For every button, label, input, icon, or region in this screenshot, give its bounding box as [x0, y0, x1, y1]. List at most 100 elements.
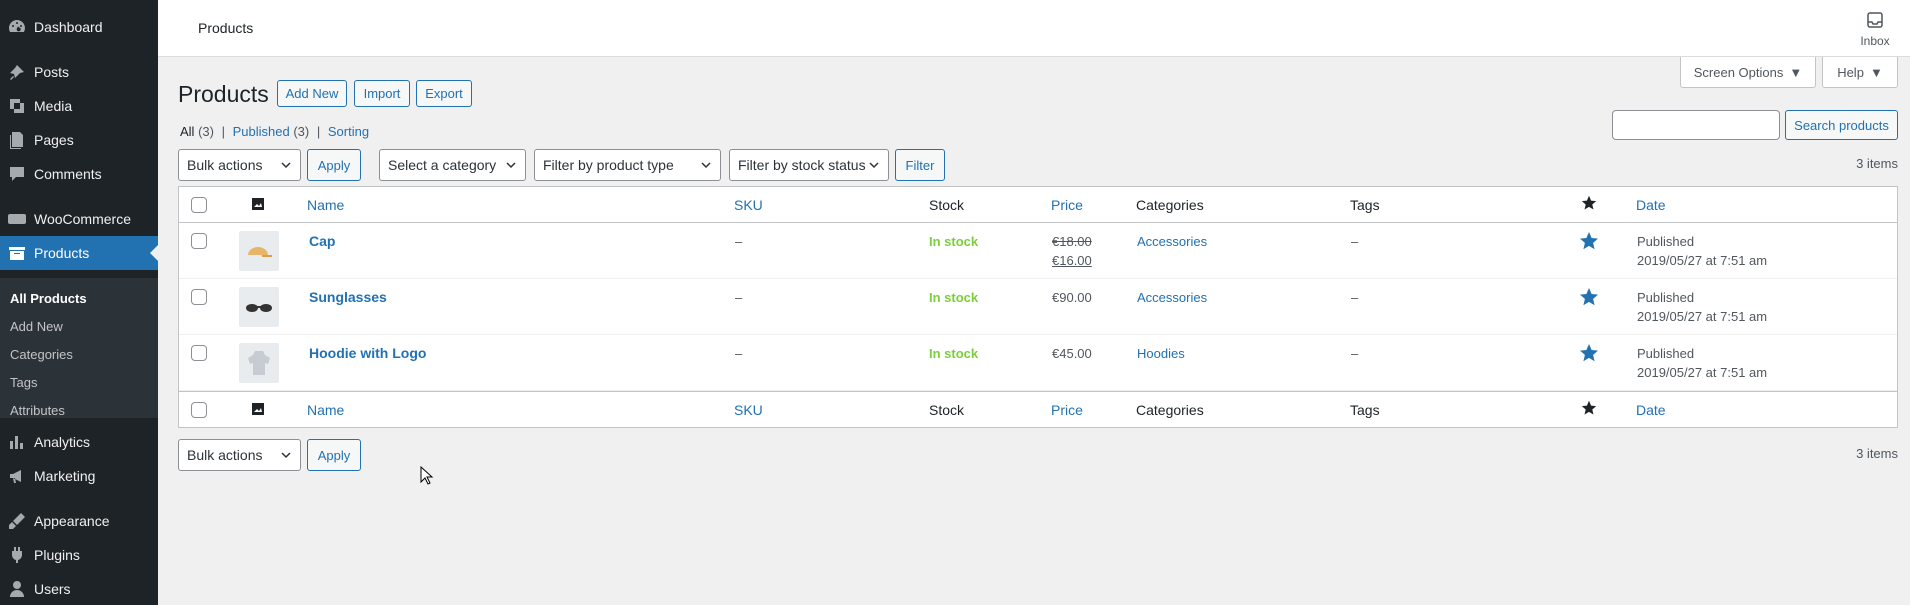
column-name[interactable]: Name [307, 402, 344, 418]
chevron-down-icon [869, 162, 879, 169]
products-submenu: All Products Add New Categories Tags Att… [0, 278, 158, 418]
column-price[interactable]: Price [1051, 402, 1083, 418]
caret-down-icon: ▼ [1789, 64, 1803, 80]
sidebar-item-label: Appearance [34, 513, 110, 529]
category-link[interactable]: Hoodies [1137, 346, 1185, 361]
hoodie-thumbnail-icon [248, 351, 270, 375]
sidebar-item-posts[interactable]: Posts [0, 55, 158, 89]
chevron-down-icon [506, 162, 516, 169]
image-column-icon [251, 402, 265, 419]
product-type-select[interactable]: Filter by product type [534, 149, 721, 181]
sidebar-item-products[interactable]: Products [0, 236, 158, 270]
product-thumbnail[interactable] [239, 287, 279, 327]
category-link[interactable]: Accessories [1137, 234, 1207, 249]
products-table: Name SKU Stock Price Categories Tags Dat… [178, 186, 1898, 428]
screen-options-button[interactable]: Screen Options ▼ [1680, 57, 1816, 88]
stock-status: In stock [929, 290, 979, 305]
appearance-icon [0, 511, 34, 531]
apply-button-bottom[interactable]: Apply [307, 439, 361, 471]
sidebar-item-comments[interactable]: Comments [0, 157, 158, 191]
row-checkbox[interactable] [191, 233, 207, 249]
column-name[interactable]: Name [307, 197, 344, 213]
select-all-checkbox[interactable] [191, 197, 207, 213]
status-views: All (3) | Published (3) | Sorting [180, 124, 369, 139]
price-value: €45.00 [1052, 346, 1092, 361]
bulk-actions-select[interactable]: Bulk actions [178, 149, 301, 181]
items-count-bottom: 3 items [1856, 446, 1898, 461]
woocommerce-icon [0, 209, 34, 229]
submenu-all-products[interactable]: All Products [10, 291, 87, 306]
tags-value: – [1351, 346, 1359, 361]
stock-status-select[interactable]: Filter by stock status [729, 149, 889, 181]
search-input[interactable] [1612, 110, 1780, 140]
help-label: Help [1837, 64, 1864, 80]
product-thumbnail[interactable] [239, 231, 279, 271]
column-sku[interactable]: SKU [734, 402, 763, 418]
featured-column-icon[interactable] [1581, 400, 1597, 419]
inbox-button[interactable]: Inbox [1850, 10, 1900, 48]
sku-value: – [735, 346, 743, 361]
sidebar-item-woocommerce[interactable]: WooCommerce [0, 202, 158, 236]
product-thumbnail[interactable] [239, 343, 279, 383]
featured-star-icon[interactable] [1579, 287, 1599, 310]
product-name-link[interactable]: Hoodie with Logo [309, 345, 426, 361]
stock-status: In stock [929, 346, 979, 361]
sidebar-item-plugins[interactable]: Plugins [0, 538, 158, 572]
posts-icon [0, 62, 34, 82]
date-value: 2019/05/27 at 7:51 am [1637, 253, 1768, 268]
category-select[interactable]: Select a category [379, 149, 526, 181]
sidebar-item-dashboard[interactable]: Dashboard [0, 10, 158, 44]
export-button[interactable]: Export [416, 80, 472, 107]
sidebar-item-media[interactable]: Media [0, 89, 158, 123]
admin-sidebar: Dashboard Posts Media Pages Comments Woo… [0, 0, 158, 605]
product-name-link[interactable]: Cap [309, 233, 335, 249]
row-checkbox[interactable] [191, 289, 207, 305]
add-new-button[interactable]: Add New [277, 80, 347, 107]
featured-column-icon[interactable] [1581, 195, 1597, 214]
image-column-icon [251, 197, 265, 214]
column-date[interactable]: Date [1636, 402, 1666, 418]
featured-star-icon[interactable] [1579, 231, 1599, 254]
date-status: Published [1637, 234, 1695, 249]
help-button[interactable]: Help ▼ [1822, 57, 1898, 88]
sidebar-item-pages[interactable]: Pages [0, 123, 158, 157]
search-products-button[interactable]: Search products [1785, 110, 1898, 140]
import-button[interactable]: Import [354, 80, 410, 107]
sidebar-item-users[interactable]: Users [0, 572, 158, 605]
column-stock: Stock [929, 402, 965, 418]
separator: | [316, 124, 321, 139]
column-date[interactable]: Date [1636, 197, 1666, 213]
items-count: 3 items [1856, 156, 1898, 171]
view-all[interactable]: All [180, 124, 194, 139]
header-title: Products [198, 20, 254, 36]
price-value: €90.00 [1052, 290, 1092, 305]
bulk-actions-select-bottom[interactable]: Bulk actions [178, 439, 301, 471]
sidebar-item-marketing[interactable]: Marketing [0, 459, 158, 493]
sidebar-item-appearance[interactable]: Appearance [0, 504, 158, 538]
bulk-actions-value: Bulk actions [187, 157, 263, 173]
filter-button[interactable]: Filter [895, 149, 945, 181]
row-checkbox[interactable] [191, 345, 207, 361]
date-status: Published [1637, 290, 1695, 305]
sidebar-item-analytics[interactable]: Analytics [0, 425, 158, 459]
screen-options-label: Screen Options [1693, 64, 1784, 80]
view-published[interactable]: Published [233, 124, 290, 139]
select-all-checkbox[interactable] [191, 402, 207, 418]
column-tags: Tags [1350, 197, 1380, 213]
view-sorting[interactable]: Sorting [328, 124, 369, 139]
submenu-categories[interactable]: Categories [10, 347, 73, 362]
category-link[interactable]: Accessories [1137, 290, 1207, 305]
apply-button[interactable]: Apply [307, 149, 361, 181]
product-name-link[interactable]: Sunglasses [309, 289, 387, 305]
column-price[interactable]: Price [1051, 197, 1083, 213]
inbox-label: Inbox [1860, 34, 1890, 48]
submenu-tags[interactable]: Tags [10, 375, 37, 390]
column-sku[interactable]: SKU [734, 197, 763, 213]
view-published-count: (3) [293, 124, 310, 139]
submenu-attributes[interactable]: Attributes [10, 403, 65, 418]
marketing-icon [0, 466, 34, 486]
featured-star-icon[interactable] [1579, 343, 1599, 366]
sidebar-item-label: Marketing [34, 468, 96, 484]
submenu-add-new[interactable]: Add New [10, 319, 63, 334]
media-icon [0, 96, 34, 116]
